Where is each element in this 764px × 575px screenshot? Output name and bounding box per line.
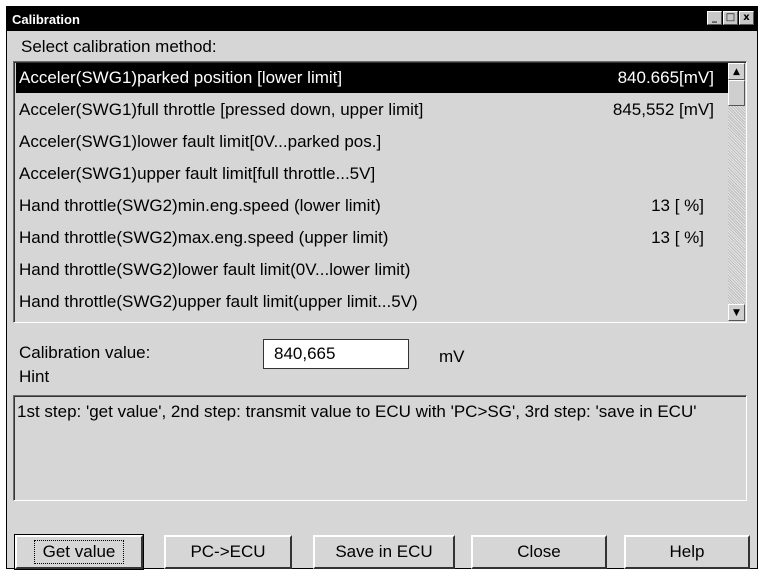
close-button[interactable]: Close <box>471 535 607 569</box>
list-item-label: Acceler(SWG1)upper fault limit[full thro… <box>19 164 376 183</box>
calibration-window: Calibration _ □ x Select calibration met… <box>6 6 758 570</box>
list-item[interactable]: Acceler(SWG1)parked position [lower limi… <box>16 63 728 93</box>
scroll-thumb[interactable] <box>728 80 745 106</box>
list-item[interactable]: Hand throttle(SWG2)max.eng.speed (upper … <box>16 223 728 253</box>
save-in-ecu-button[interactable]: Save in ECU <box>313 535 455 569</box>
calibration-method-list[interactable]: Acceler(SWG1)parked position [lower limi… <box>13 61 747 323</box>
minimize-button[interactable]: _ <box>707 11 722 25</box>
calibration-value-label: Calibration value: <box>19 343 151 362</box>
list-item-label: Hand throttle(SWG2)min.eng.speed (lower … <box>19 196 381 215</box>
close-window-button[interactable]: x <box>739 11 754 25</box>
get-value-button[interactable]: Get value <box>14 534 144 570</box>
list-item-label: Hand throttle(SWG2)upper fault limit(upp… <box>19 292 418 311</box>
list-item-label: Acceler(SWG1)parked position [lower limi… <box>19 68 343 87</box>
get-value-button-label: Get value <box>33 540 125 564</box>
list-item[interactable]: Acceler(SWG1)lower fault limit[0V...park… <box>16 127 728 157</box>
list-item-value: 13 [ %] <box>651 196 704 215</box>
hint-text-box: 1st step: 'get value', 2nd step: transmi… <box>13 395 747 501</box>
title-bar[interactable]: Calibration _ □ x <box>7 7 757 31</box>
help-button[interactable]: Help <box>624 535 750 569</box>
list-item[interactable]: Acceler(SWG1)upper fault limit[full thro… <box>16 159 728 189</box>
list-item[interactable]: Hand throttle(SWG2)upper fault limit(upp… <box>16 287 728 317</box>
calibration-value-input[interactable] <box>263 339 409 369</box>
pc-ecu-button[interactable]: PC->ECU <box>164 535 292 569</box>
list-item-label: Hand throttle(SWG2)max.eng.speed (upper … <box>19 228 389 247</box>
list-item-label: Acceler(SWG1)lower fault limit[0V...park… <box>19 132 382 151</box>
list-scrollbar[interactable]: ▲ ▼ <box>728 63 745 321</box>
list-item-label: Hand throttle(SWG2)lower fault limit(0V.… <box>19 260 411 279</box>
window-title: Calibration <box>12 11 80 27</box>
list-item-label: Acceler(SWG1)full throttle [pressed down… <box>19 100 424 119</box>
list-item-value: 845,552 [mV] <box>612 100 714 119</box>
list-item[interactable]: Hand throttle(SWG2)min.eng.speed (lower … <box>16 191 728 221</box>
select-method-label: Select calibration method: <box>21 37 217 56</box>
list-item[interactable]: Acceler(SWG1)full throttle [pressed down… <box>16 95 728 125</box>
maximize-button[interactable]: □ <box>723 11 738 25</box>
calibration-unit: mV <box>439 347 465 366</box>
scroll-up-icon[interactable]: ▲ <box>728 63 745 80</box>
window-controls: _ □ x <box>707 11 754 25</box>
list-item[interactable]: Hand throttle(SWG2)lower fault limit(0V.… <box>16 255 728 285</box>
hint-label: Hint <box>19 367 50 386</box>
list-item-value: 840.665[mV] <box>617 68 714 87</box>
list-item-value: 13 [ %] <box>651 228 704 247</box>
scroll-down-icon[interactable]: ▼ <box>728 304 745 321</box>
